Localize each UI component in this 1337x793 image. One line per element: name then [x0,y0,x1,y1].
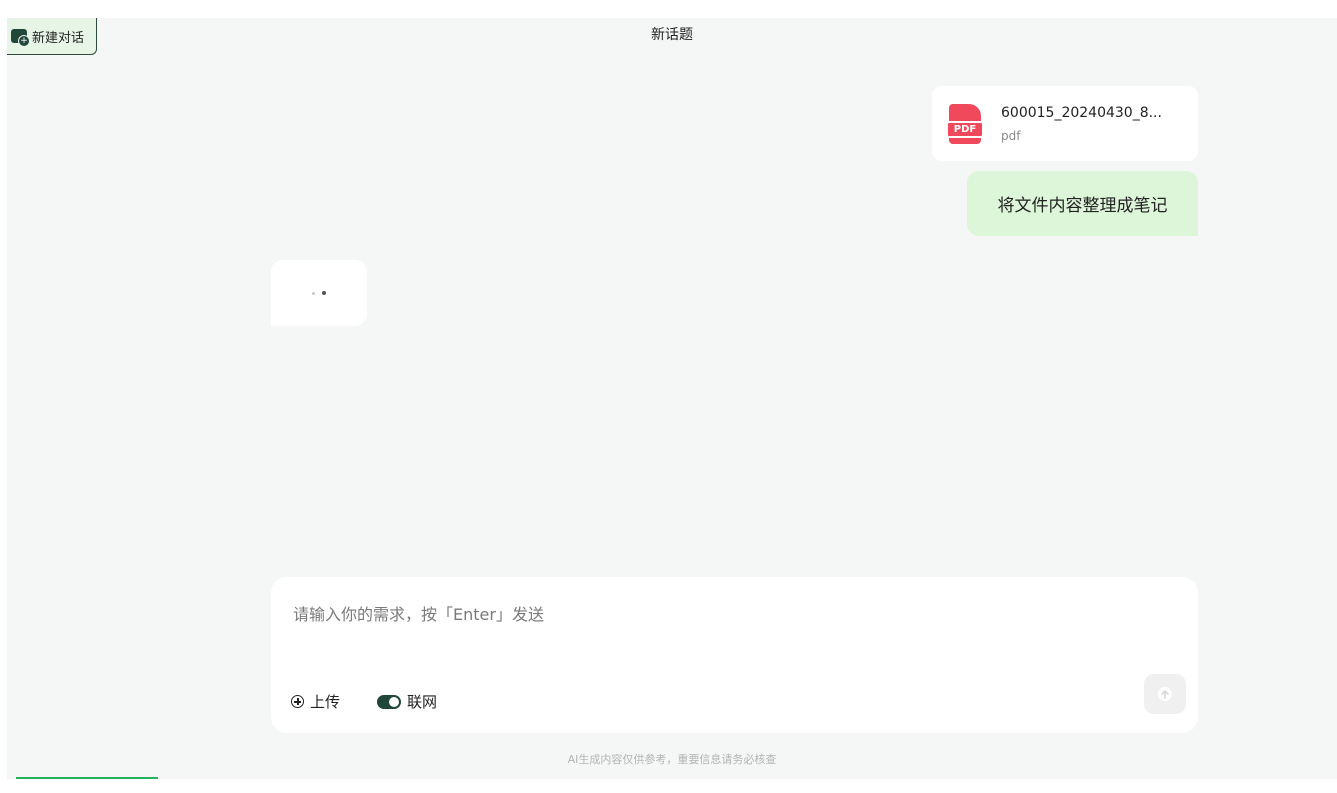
message-input[interactable] [291,599,1175,663]
topic-title: 新话题 [651,27,693,43]
chat-app: 新建对话 新话题 PDF 600015_20240430_8... pdf 将文… [7,18,1337,779]
send-button[interactable] [1144,674,1186,714]
assistant-loading-bubble [271,260,367,326]
web-search-toggle[interactable]: 联网 [377,691,437,712]
pdf-badge: PDF [946,120,984,138]
web-search-label: 联网 [407,693,438,711]
user-message-bubble: 将文件内容整理成笔记 [967,171,1198,236]
pdf-file-icon: PDF [946,103,984,144]
upload-label: 上传 [310,693,341,711]
ai-disclaimer: AI生成内容仅供参考，重要信息请务必核查 [567,753,777,766]
message-composer: 上传 联网 [271,577,1198,733]
plus-circle-icon [291,695,304,708]
attachment-file-type: pdf [1001,128,1021,143]
toggle-switch-icon [377,694,401,709]
arrow-up-icon [1158,687,1172,701]
attachment-file-name: 600015_20240430_8... [1001,104,1162,121]
loading-dot [322,291,326,295]
upload-button[interactable]: 上传 [291,691,340,712]
progress-indicator [16,777,158,779]
attachment-card[interactable]: PDF 600015_20240430_8... pdf [932,86,1198,161]
loading-dot [312,291,315,295]
